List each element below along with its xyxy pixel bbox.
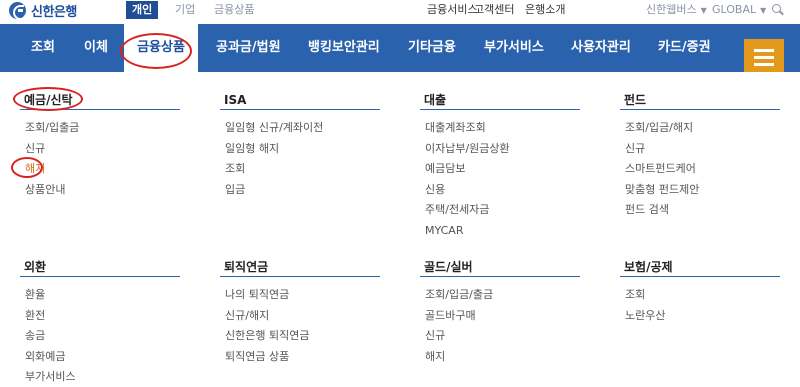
menu-link[interactable]: 해지 xyxy=(425,347,580,368)
section-list: 조회/입출금 신규 해지 상품안내 xyxy=(20,118,180,200)
menu-section-insurance: 보험/공제 조회 노란우산 xyxy=(620,257,780,326)
menu-section-deposit-trust: 예금/신탁 조회/입출금 신규 해지 상품안내 xyxy=(20,90,180,200)
menu-link[interactable]: 조회/입금/해지 xyxy=(625,118,780,139)
section-list: 대출계좌조회 이자납부/원금상환 예금담보 신용 주택/전세자금 MYCAR xyxy=(420,118,580,241)
segment-personal[interactable]: 개인 xyxy=(126,1,159,19)
family-site-dropdown[interactable]: 신한웹버스 ▼ xyxy=(646,1,707,19)
menu-section-forex: 외환 환율 환전 송금 외화예금 부가서비스 xyxy=(20,257,180,387)
language-label: GLOBAL xyxy=(712,3,757,16)
nav-item-other-finance[interactable]: 기타금융 xyxy=(408,24,456,72)
menu-section-isa: ISA 일임형 신규/계좌이전 일임형 해지 조회 입금 xyxy=(220,90,380,200)
section-list: 조회 노란우산 xyxy=(620,285,780,326)
top-bar: 신한은행 개인 기업 금융상품 금융서비스 고객센터 은행소개 신한웹버스 ▼ G… xyxy=(0,0,800,21)
chevron-down-icon: ▼ xyxy=(760,6,767,15)
menu-link[interactable]: 일임형 해지 xyxy=(225,139,380,160)
segment-business[interactable]: 기업 xyxy=(175,1,195,19)
segment-financial-products[interactable]: 금융상품 xyxy=(214,1,254,19)
menu-link[interactable]: 상품안내 xyxy=(25,180,180,201)
main-nav: 조회 이체 금융상품 공과금/법원 뱅킹보안관리 기타금융 부가서비스 사용자관… xyxy=(0,24,800,72)
menu-link[interactable]: 송금 xyxy=(25,326,180,347)
brand-logo[interactable]: 신한은행 xyxy=(9,1,77,20)
section-title: 대출 xyxy=(420,90,580,110)
section-title: 퇴직연금 xyxy=(220,257,380,277)
menu-link[interactable]: 주택/전세자금 xyxy=(425,200,580,221)
menu-link[interactable]: 입금 xyxy=(225,180,380,201)
section-list: 나의 퇴직연금 신규/해지 신한은행 퇴직연금 퇴직연금 상품 xyxy=(220,285,380,367)
nav-item-financial-products[interactable]: 금융상품 xyxy=(124,24,198,72)
hamburger-line xyxy=(754,49,774,52)
menu-link[interactable]: 일임형 신규/계좌이전 xyxy=(225,118,380,139)
section-title: 펀드 xyxy=(620,90,780,110)
menu-link[interactable]: 신규 xyxy=(425,326,580,347)
menu-link[interactable]: 대출계좌조회 xyxy=(425,118,580,139)
nav-item-extra-services[interactable]: 부가서비스 xyxy=(484,24,544,72)
section-title: 골드/실버 xyxy=(420,257,580,277)
menu-link[interactable]: MYCAR xyxy=(425,221,580,242)
menu-link[interactable]: 신규 xyxy=(625,139,780,160)
search-icon[interactable] xyxy=(772,4,783,15)
section-list: 조회/입금/출금 골드바구매 신규 해지 xyxy=(420,285,580,367)
section-title: ISA xyxy=(220,90,380,110)
section-list: 조회/입금/해지 신규 스마트펀드케어 맞춤형 펀드제안 펀드 검색 xyxy=(620,118,780,221)
menu-link[interactable]: 환율 xyxy=(25,285,180,306)
section-title: 예금/신탁 xyxy=(20,90,180,110)
section-title: 외환 xyxy=(20,257,180,277)
menu-section-loan: 대출 대출계좌조회 이자납부/원금상환 예금담보 신용 주택/전세자금 MYCA… xyxy=(420,90,580,241)
nav-item-inquiry[interactable]: 조회 xyxy=(31,24,55,72)
menu-link-cancel[interactable]: 해지 xyxy=(25,159,180,180)
section-list: 일임형 신규/계좌이전 일임형 해지 조회 입금 xyxy=(220,118,380,200)
menu-section-gold-silver: 골드/실버 조회/입금/출금 골드바구매 신규 해지 xyxy=(420,257,580,367)
brand-name: 신한은행 xyxy=(31,5,77,20)
menu-section-fund: 펀드 조회/입금/해지 신규 스마트펀드케어 맞춤형 펀드제안 펀드 검색 xyxy=(620,90,780,221)
menu-link[interactable]: 조회 xyxy=(625,285,780,306)
menu-link[interactable]: 펀드 검색 xyxy=(625,200,780,221)
menu-link[interactable]: 조회/입출금 xyxy=(25,118,180,139)
menu-link[interactable]: 외화예금 xyxy=(25,347,180,368)
util-link-financial-services[interactable]: 금융서비스 xyxy=(427,1,478,19)
nav-item-card-securities[interactable]: 카드/증권 xyxy=(658,24,711,72)
nav-item-user-management[interactable]: 사용자관리 xyxy=(571,24,631,72)
menu-link[interactable]: 예금담보 xyxy=(425,159,580,180)
hamburger-icon[interactable] xyxy=(744,39,784,75)
menu-link[interactable]: 환전 xyxy=(25,306,180,327)
menu-link[interactable]: 조회 xyxy=(225,159,380,180)
hamburger-line xyxy=(754,56,774,59)
menu-link[interactable]: 신규 xyxy=(25,139,180,160)
menu-link[interactable]: 스마트펀드케어 xyxy=(625,159,780,180)
menu-link[interactable]: 나의 퇴직연금 xyxy=(225,285,380,306)
menu-link[interactable]: 이자납부/원금상환 xyxy=(425,139,580,160)
menu-link[interactable]: 조회/입금/출금 xyxy=(425,285,580,306)
nav-item-transfer[interactable]: 이체 xyxy=(84,24,108,72)
family-site-label: 신한웹버스 xyxy=(646,3,697,16)
section-title: 보험/공제 xyxy=(620,257,780,277)
menu-link[interactable]: 부가서비스 xyxy=(25,367,180,387)
util-link-bank-intro[interactable]: 은행소개 xyxy=(525,1,565,19)
shinhan-logo-icon xyxy=(9,2,26,20)
menu-link[interactable]: 신용 xyxy=(425,180,580,201)
menu-link[interactable]: 퇴직연금 상품 xyxy=(225,347,380,368)
menu-link[interactable]: 신규/해지 xyxy=(225,306,380,327)
section-list: 환율 환전 송금 외화예금 부가서비스 xyxy=(20,285,180,387)
nav-item-banking-security[interactable]: 뱅킹보안관리 xyxy=(308,24,380,72)
util-link-customer-center[interactable]: 고객센터 xyxy=(474,1,514,19)
mega-menu: 예금/신탁 조회/입출금 신규 해지 상품안내 ISA 일임형 신규/계좌이전 … xyxy=(0,72,800,387)
language-dropdown[interactable]: GLOBAL ▼ xyxy=(712,1,766,19)
menu-link[interactable]: 노란우산 xyxy=(625,306,780,327)
menu-link[interactable]: 신한은행 퇴직연금 xyxy=(225,326,380,347)
chevron-down-icon: ▼ xyxy=(700,6,707,15)
menu-link[interactable]: 골드바구매 xyxy=(425,306,580,327)
nav-item-utility-court[interactable]: 공과금/법원 xyxy=(216,24,281,72)
hamburger-line xyxy=(754,63,774,66)
menu-section-retirement-pension: 퇴직연금 나의 퇴직연금 신규/해지 신한은행 퇴직연금 퇴직연금 상품 xyxy=(220,257,380,367)
menu-link[interactable]: 맞춤형 펀드제안 xyxy=(625,180,780,201)
